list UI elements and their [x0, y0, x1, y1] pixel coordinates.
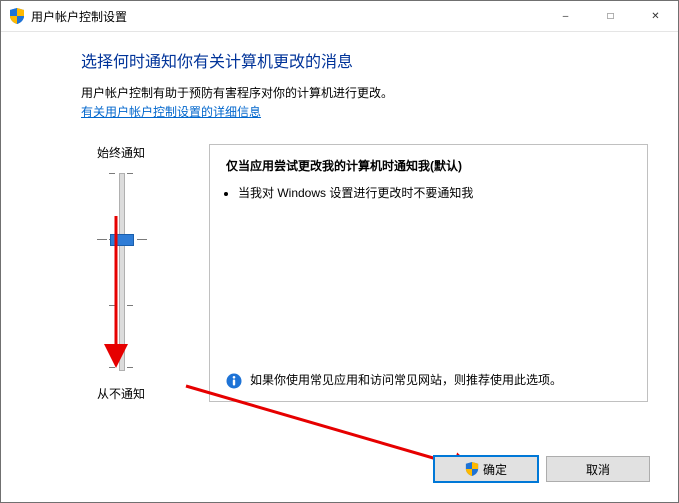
cancel-button[interactable]: 取消	[546, 456, 650, 482]
panel-footer-text: 如果你使用常见应用和访问常见网站，则推荐使用此选项。	[250, 372, 562, 389]
panel-footer: 如果你使用常见应用和访问常见网站，则推荐使用此选项。	[226, 362, 631, 389]
close-button[interactable]: ✕	[633, 1, 678, 31]
page-description: 用户帐户控制有助于预防有害程序对你的计算机进行更改。	[81, 84, 658, 101]
minimize-button[interactable]: –	[543, 1, 588, 31]
window-controls: – □ ✕	[543, 1, 678, 31]
slider-top-label: 始终通知	[81, 144, 161, 161]
level-description-panel: 仅当应用尝试更改我的计算机时通知我(默认) 当我对 Windows 设置进行更改…	[209, 144, 648, 402]
help-link[interactable]: 有关用户帐户控制设置的详细信息	[81, 105, 261, 119]
ok-button[interactable]: 确定	[434, 456, 538, 482]
dialog-buttons: 确定 取消	[434, 456, 650, 482]
panel-bullet: 当我对 Windows 设置进行更改时不要通知我	[238, 184, 631, 201]
page-heading: 选择何时通知你有关计算机更改的消息	[81, 48, 658, 72]
main-row: 始终通知 从不通知 仅当应用尝试更改我的计算机时通知我(默认) 当我对 Wind…	[81, 144, 658, 402]
ok-button-label: 确定	[483, 461, 507, 478]
panel-title: 仅当应用尝试更改我的计算机时通知我(默认)	[226, 157, 631, 174]
slider-bottom-label: 从不通知	[81, 385, 161, 402]
info-icon	[226, 373, 242, 389]
maximize-button[interactable]: □	[588, 1, 633, 31]
panel-bullets: 当我对 Windows 设置进行更改时不要通知我	[238, 184, 631, 205]
titlebar[interactable]: 用户帐户控制设置 – □ ✕	[1, 1, 678, 32]
cancel-button-label: 取消	[586, 461, 610, 478]
uac-settings-window: 用户帐户控制设置 – □ ✕ 选择何时通知你有关计算机更改的消息 用户帐户控制有…	[0, 0, 679, 503]
slider-thumb[interactable]	[110, 234, 134, 246]
shield-icon	[9, 8, 25, 24]
notification-slider[interactable]	[81, 167, 161, 377]
content-area: 选择何时通知你有关计算机更改的消息 用户帐户控制有助于预防有害程序对你的计算机进…	[1, 32, 678, 402]
window-title: 用户帐户控制设置	[31, 8, 543, 25]
shield-icon	[465, 462, 479, 476]
slider-column: 始终通知 从不通知	[81, 144, 201, 402]
slider-track	[119, 173, 125, 371]
